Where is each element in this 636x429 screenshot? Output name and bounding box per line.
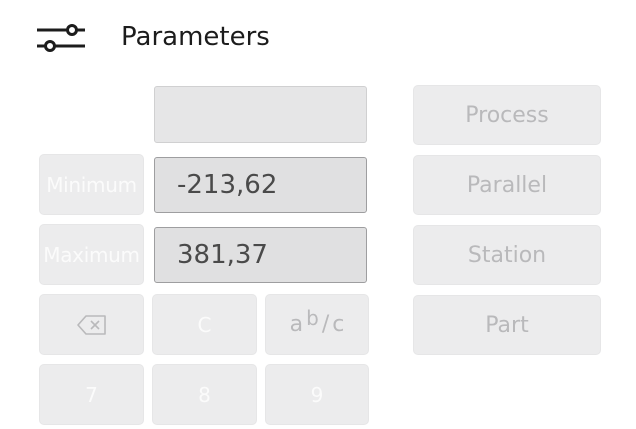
fraction-button[interactable]: a b / c	[265, 294, 369, 355]
backspace-icon	[76, 314, 106, 335]
minimum-field[interactable]: -213,62	[154, 157, 367, 213]
header: Parameters	[0, 0, 636, 75]
station-button[interactable]: Station	[413, 225, 601, 285]
seven-button[interactable]: 7	[39, 364, 144, 425]
clear-button[interactable]: C	[152, 294, 257, 355]
maximum-button[interactable]: Maximum	[39, 224, 144, 285]
maximum-field[interactable]: 381,37	[154, 227, 367, 283]
page-title: Parameters	[121, 22, 270, 52]
process-button[interactable]: Process	[413, 85, 601, 145]
fraction-c: c	[332, 312, 345, 337]
parallel-button[interactable]: Parallel	[413, 155, 601, 215]
fraction-sep: /	[321, 312, 330, 337]
nine-button[interactable]: 9	[265, 364, 369, 425]
sliders-icon[interactable]	[36, 24, 86, 54]
part-button[interactable]: Part	[413, 295, 601, 355]
fraction-a: a	[289, 312, 304, 337]
minimum-button[interactable]: Minimum	[39, 154, 144, 215]
eight-button[interactable]: 8	[152, 364, 257, 425]
fraction-b: b	[306, 305, 319, 330]
top-value-field[interactable]	[154, 86, 367, 143]
backspace-button[interactable]	[39, 294, 144, 355]
